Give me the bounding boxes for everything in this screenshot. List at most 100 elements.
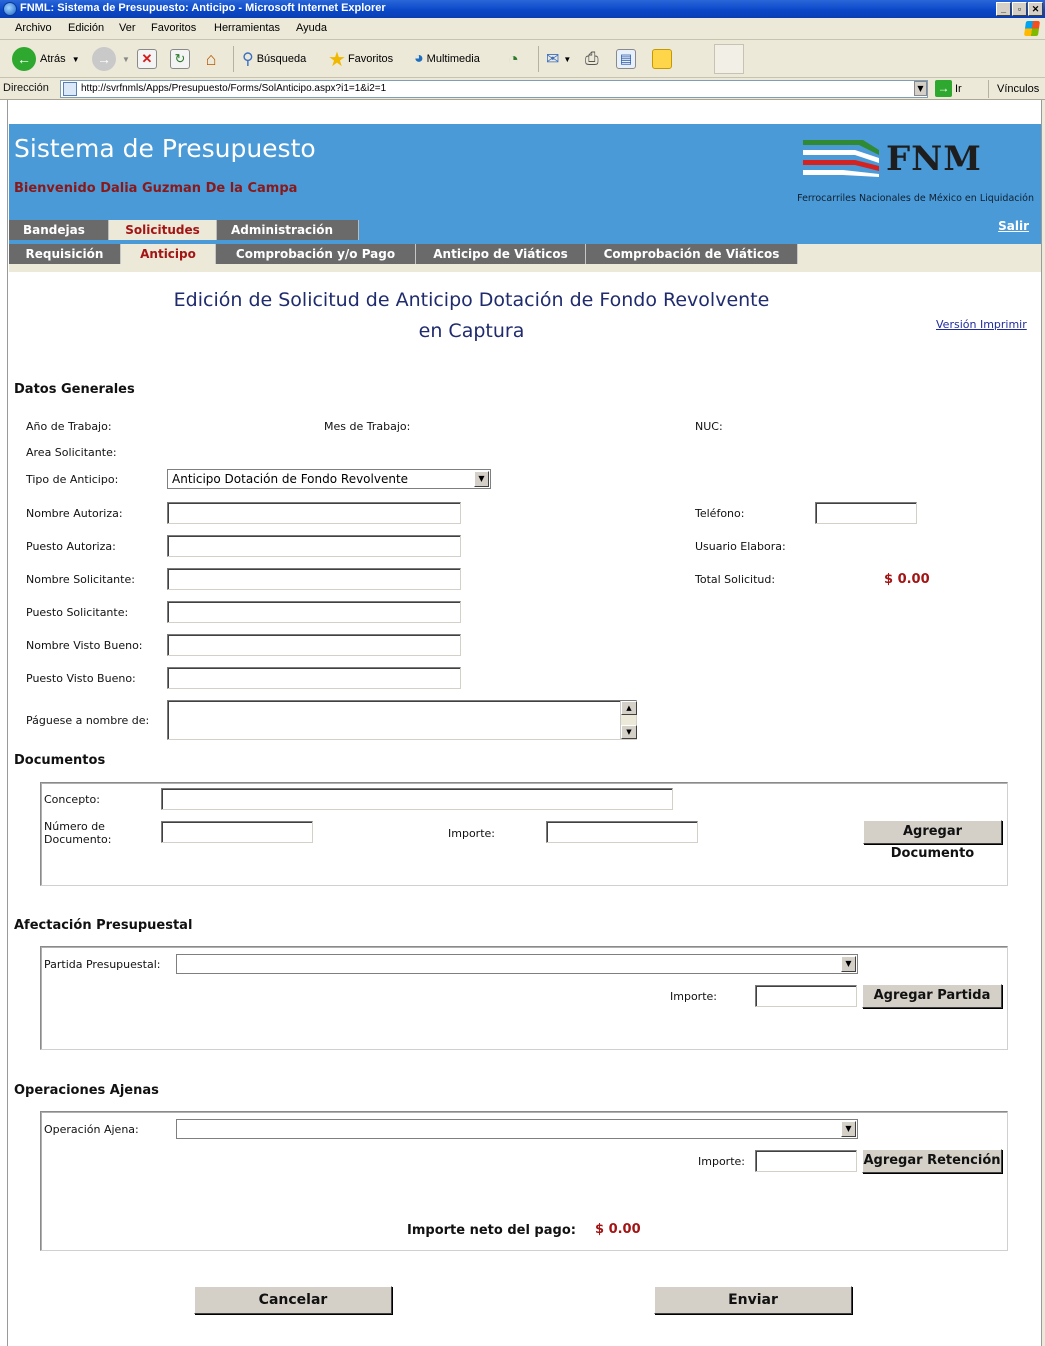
refresh-button[interactable]: ↻ bbox=[170, 47, 190, 71]
puesto-autoriza-label: Puesto Autoriza: bbox=[26, 540, 116, 553]
minimize-icon[interactable]: _ bbox=[996, 2, 1011, 16]
print-version-link[interactable]: Versión Imprimir bbox=[936, 318, 1027, 331]
telefono-label: Teléfono: bbox=[695, 507, 745, 520]
chevron-down-icon: ▼ bbox=[841, 956, 856, 972]
title-bar: FNML: Sistema de Presupuesto: Anticipo -… bbox=[0, 0, 1045, 18]
main-tabs: Bandejas Solicitudes Administración bbox=[9, 220, 359, 240]
address-input[interactable]: http://svrfnmls/Apps/Presupuesto/Forms/S… bbox=[60, 80, 928, 98]
nombre-autoriza-label: Nombre Autoriza: bbox=[26, 507, 123, 520]
section-documentos: Documentos bbox=[14, 753, 106, 768]
tab-comprobacion-pago[interactable]: Comprobación y/o Pago bbox=[216, 244, 416, 264]
menu-herramientas[interactable]: Herramientas bbox=[214, 22, 280, 34]
menu-edicion[interactable]: Edición bbox=[68, 22, 104, 34]
history-icon: ◔ bbox=[508, 48, 519, 69]
area-label: Area Solicitante: bbox=[26, 446, 117, 459]
section-datos-generales: Datos Generales bbox=[14, 382, 135, 397]
system-title: Sistema de Presupuesto bbox=[14, 134, 316, 163]
home-icon: ⌂ bbox=[205, 48, 217, 69]
tab-administracion[interactable]: Administración bbox=[217, 220, 359, 240]
fnm-logo-icon bbox=[803, 140, 879, 177]
print-button[interactable]: ⎙ bbox=[585, 47, 599, 71]
numero-documento-label: Número de Documento: bbox=[44, 820, 111, 846]
concepto-input[interactable] bbox=[161, 788, 673, 810]
paguese-label: Páguese a nombre de: bbox=[26, 714, 150, 727]
menu-archivo[interactable]: Archivo bbox=[15, 22, 52, 34]
partida-importe-input[interactable] bbox=[755, 985, 857, 1007]
menu-ayuda[interactable]: Ayuda bbox=[296, 22, 327, 34]
edit-button[interactable]: ▤ bbox=[616, 47, 636, 71]
address-dropdown-icon[interactable]: ▼ bbox=[914, 81, 927, 96]
menu-ver[interactable]: Ver bbox=[119, 22, 136, 34]
tab-anticipo[interactable]: Anticipo bbox=[121, 244, 216, 264]
mes-label: Mes de Trabajo: bbox=[324, 420, 411, 433]
importe-neto-label: Importe neto del pago: bbox=[407, 1223, 576, 1238]
stop-button[interactable]: ✕ bbox=[137, 47, 157, 71]
back-label: Atrás bbox=[40, 53, 66, 65]
mail-icon: ✉ bbox=[546, 51, 560, 68]
tab-bandejas[interactable]: Bandejas bbox=[9, 220, 109, 240]
scroll-down-icon[interactable]: ▼ bbox=[621, 725, 637, 739]
documento-importe-input[interactable] bbox=[546, 821, 698, 843]
nombre-solicitante-input[interactable] bbox=[167, 568, 461, 590]
agregar-retencion-button[interactable]: Agregar Retención bbox=[862, 1149, 1002, 1173]
window-title: FNML: Sistema de Presupuesto: Anticipo -… bbox=[20, 2, 386, 14]
history-button[interactable]: ◔ bbox=[508, 47, 519, 71]
messenger-button[interactable] bbox=[652, 47, 672, 71]
scroll-up-icon[interactable]: ▲ bbox=[621, 701, 637, 715]
operacion-ajena-select[interactable]: ▼ bbox=[176, 1119, 858, 1139]
mail-button[interactable]: ✉ ▼ bbox=[546, 47, 571, 71]
tab-requisicion[interactable]: Requisición bbox=[9, 244, 121, 264]
numero-documento-label-line-2: Documento: bbox=[44, 833, 112, 846]
agregar-documento-button[interactable]: Agregar Documento bbox=[863, 820, 1002, 861]
favorites-label: Favoritos bbox=[347, 53, 394, 65]
nombre-vobo-input[interactable] bbox=[167, 634, 461, 656]
partida-label: Partida Presupuestal: bbox=[44, 958, 161, 971]
tab-comprobacion-viaticos[interactable]: Comprobación de Viáticos bbox=[586, 244, 798, 264]
ie-icon bbox=[3, 2, 17, 16]
go-button[interactable]: → Ir bbox=[935, 80, 962, 97]
agregar-partida-button[interactable]: Agregar Partida bbox=[862, 984, 1002, 1008]
sub-tabs: Requisición Anticipo Comprobación y/o Pa… bbox=[9, 244, 1041, 272]
links-button[interactable]: Vínculos bbox=[988, 80, 1039, 98]
textarea-scrollbar[interactable]: ▲ ▼ bbox=[620, 701, 637, 739]
favorites-button[interactable]: ★ Favoritos bbox=[328, 47, 393, 71]
close-icon[interactable]: ✕ bbox=[1028, 2, 1043, 16]
chevron-down-icon: ▼ bbox=[841, 1121, 856, 1137]
nombre-autoriza-input[interactable] bbox=[167, 502, 461, 524]
cancel-button[interactable]: Cancelar bbox=[194, 1286, 392, 1314]
back-arrow-icon: ← bbox=[12, 47, 36, 71]
numero-documento-input[interactable] bbox=[161, 821, 313, 843]
retencion-importe-input[interactable] bbox=[755, 1150, 857, 1172]
tab-anticipo-viaticos[interactable]: Anticipo de Viáticos bbox=[416, 244, 586, 264]
forward-button[interactable]: → ▼ bbox=[92, 47, 130, 71]
home-button[interactable]: ⌂ bbox=[201, 47, 221, 71]
total-solicitud-value: $ 0.00 bbox=[884, 572, 930, 587]
nombre-vobo-label: Nombre Visto Bueno: bbox=[26, 639, 143, 652]
puesto-autoriza-input[interactable] bbox=[167, 535, 461, 557]
multimedia-button[interactable]: ◕ Multimedia bbox=[414, 47, 480, 71]
maximize-icon[interactable]: ▫ bbox=[1012, 2, 1027, 16]
go-arrow-icon: → bbox=[935, 80, 952, 97]
puesto-vobo-input[interactable] bbox=[167, 667, 461, 689]
search-button[interactable]: ⚲ Búsqueda bbox=[242, 47, 306, 71]
page-icon bbox=[63, 82, 77, 96]
puesto-solicitante-input[interactable] bbox=[167, 601, 461, 623]
page-left-border bbox=[0, 100, 8, 1346]
back-button[interactable]: ← Atrás ▼ bbox=[12, 47, 80, 71]
forward-arrow-icon: → bbox=[92, 47, 116, 71]
section-operaciones-ajenas: Operaciones Ajenas bbox=[14, 1083, 159, 1098]
send-button[interactable]: Enviar bbox=[654, 1286, 852, 1314]
tab-solicitudes[interactable]: Solicitudes bbox=[109, 220, 217, 240]
total-solicitud-label: Total Solicitud: bbox=[695, 573, 776, 586]
telefono-input[interactable] bbox=[815, 502, 917, 524]
vertical-scrollbar[interactable] bbox=[1041, 100, 1045, 1346]
tipo-anticipo-select[interactable]: Anticipo Dotación de Fondo Revolvente ▼ bbox=[167, 469, 491, 489]
address-label: Dirección bbox=[3, 82, 49, 94]
address-bar: Dirección http://svrfnmls/Apps/Presupues… bbox=[0, 78, 1045, 100]
menu-favoritos[interactable]: Favoritos bbox=[151, 22, 196, 34]
paguese-textarea[interactable]: ▲ ▼ bbox=[167, 700, 637, 740]
logout-link[interactable]: Salir bbox=[998, 219, 1029, 233]
tipo-anticipo-label: Tipo de Anticipo: bbox=[26, 473, 119, 486]
multimedia-label: Multimedia bbox=[426, 53, 480, 65]
partida-select[interactable]: ▼ bbox=[176, 954, 858, 974]
